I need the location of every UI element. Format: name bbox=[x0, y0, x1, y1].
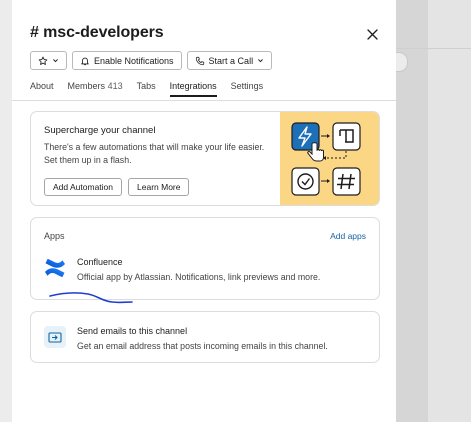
automations-illustration bbox=[280, 112, 379, 205]
members-count: 413 bbox=[107, 81, 123, 91]
tab-members-label: Members bbox=[67, 81, 106, 91]
close-icon bbox=[366, 28, 378, 40]
chevron-down-icon bbox=[53, 59, 58, 63]
email-description: Get an email address that posts incoming… bbox=[77, 341, 328, 351]
tabs-divider bbox=[12, 100, 396, 101]
send-emails-row[interactable]: Send emails to this channel Get an email… bbox=[44, 320, 374, 354]
phone-icon bbox=[195, 56, 204, 65]
tab-settings[interactable]: Settings bbox=[231, 81, 264, 97]
add-automation-button[interactable]: Add Automation bbox=[44, 178, 123, 196]
apps-card: Apps Add apps Confluence Official app by… bbox=[30, 217, 380, 300]
tab-about[interactable]: About bbox=[30, 81, 54, 97]
automations-description: There's a few automations that will make… bbox=[44, 142, 265, 166]
app-row-confluence[interactable]: Confluence Official app by Atlassian. No… bbox=[44, 255, 374, 285]
start-call-button[interactable]: Start a Call bbox=[186, 51, 273, 70]
channel-title: # msc-developers bbox=[30, 24, 164, 41]
tab-members[interactable]: Members 413 bbox=[68, 81, 123, 97]
message-tile-icon bbox=[332, 122, 361, 151]
star-button[interactable] bbox=[30, 51, 67, 70]
background-divider bbox=[396, 48, 471, 49]
app-description: Official app by Atlassian. Notifications… bbox=[77, 272, 321, 282]
automations-actions: Add Automation Learn More bbox=[44, 178, 190, 196]
add-apps-link[interactable]: Add apps bbox=[330, 231, 366, 241]
app-name: Confluence bbox=[77, 257, 123, 267]
apps-section-label: Apps bbox=[44, 231, 65, 241]
enable-notifications-button[interactable]: Enable Notifications bbox=[72, 51, 182, 70]
tab-bar: About Members 413 Tabs Integrations Sett… bbox=[30, 81, 277, 97]
automations-heading: Supercharge your channel bbox=[44, 125, 156, 136]
chevron-down-icon bbox=[258, 59, 264, 63]
close-button[interactable] bbox=[364, 26, 380, 42]
header-actions: Enable Notifications Start a Call bbox=[30, 51, 273, 70]
learn-more-button[interactable]: Learn More bbox=[128, 178, 190, 196]
email-forward-icon bbox=[44, 326, 66, 348]
enable-notifications-label: Enable Notifications bbox=[94, 55, 174, 66]
automations-card: Supercharge your channel There's a few a… bbox=[30, 111, 380, 206]
email-card: Send emails to this channel Get an email… bbox=[30, 311, 380, 363]
start-call-label: Start a Call bbox=[208, 55, 254, 66]
bell-icon bbox=[81, 57, 89, 65]
email-title: Send emails to this channel bbox=[77, 326, 188, 336]
star-icon bbox=[38, 56, 48, 65]
tab-tabs[interactable]: Tabs bbox=[137, 81, 156, 97]
background-right bbox=[384, 0, 471, 422]
channel-details-modal: # msc-developers Enable Notifications St… bbox=[12, 10, 396, 422]
background-left bbox=[0, 0, 12, 422]
confluence-logo-icon bbox=[45, 258, 65, 278]
tab-integrations[interactable]: Integrations bbox=[169, 81, 217, 97]
hash-tile-icon bbox=[332, 167, 361, 196]
check-tile-icon bbox=[291, 167, 320, 196]
